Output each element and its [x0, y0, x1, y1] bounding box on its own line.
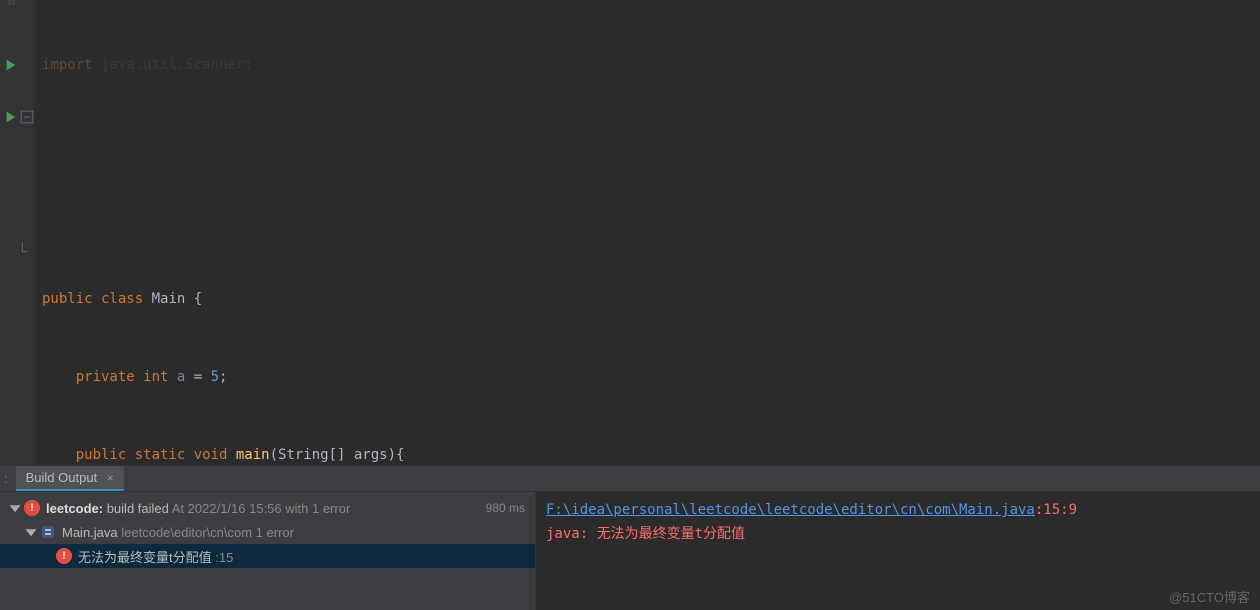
code-line: import java.util.Scanner; [38, 52, 1256, 78]
java-file-icon [40, 524, 56, 540]
code-line [38, 208, 1256, 234]
build-output[interactable]: F:\idea\personal\leetcode\leetcode\edito… [535, 492, 1260, 610]
error-badge-icon: ! [24, 500, 40, 516]
fold-start-icon: ⊟ [8, 0, 22, 8]
close-icon[interactable]: × [107, 471, 114, 485]
code-area[interactable]: import java.util.Scanner; public class M… [34, 0, 1260, 465]
tree-file-text: Main.java leetcode\editor\cn\com 1 error [62, 525, 294, 540]
file-link[interactable]: F:\idea\personal\leetcode\leetcode\edito… [546, 502, 1035, 518]
tree-root-text: leetcode: build failed At 2022/1/16 15:5… [46, 501, 350, 516]
code-editor[interactable]: ⊟ import java.util.Scanner; public class… [0, 0, 1260, 465]
bottom-panel: : Build Output × ! leetcode: build faile… [0, 465, 1260, 610]
tree-error-text: 无法为最终变量t分配值 :15 [78, 547, 233, 566]
output-line-2: java: 无法为最终变量t分配值 [546, 522, 1250, 546]
output-line-1: F:\idea\personal\leetcode\leetcode\edito… [546, 498, 1250, 522]
build-duration: 980 ms [486, 501, 525, 515]
error-badge-icon: ! [56, 548, 72, 564]
run-method-icon[interactable] [4, 110, 18, 124]
tab-build-output[interactable]: Build Output × [16, 466, 124, 491]
panel-handle[interactable]: : [4, 471, 8, 486]
build-tree[interactable]: ! leetcode: build failed At 2022/1/16 15… [0, 492, 535, 610]
panel-tabs: : Build Output × [0, 466, 1260, 492]
code-line: public static void main(String[] args){ [38, 442, 1256, 465]
watermark: @51CTO博客 [1169, 587, 1250, 606]
code-line: public class Main { [38, 286, 1256, 312]
tree-file[interactable]: Main.java leetcode\editor\cn\com 1 error [0, 520, 535, 544]
code-line: private int a = 5; [38, 364, 1256, 390]
run-class-icon[interactable] [4, 58, 18, 72]
collapse-method-icon[interactable] [20, 110, 34, 124]
tree-error[interactable]: ! 无法为最终变量t分配值 :15 [0, 544, 535, 568]
chevron-down-icon[interactable] [8, 501, 22, 515]
chevron-down-icon[interactable] [24, 525, 38, 539]
collapse-end-icon[interactable] [20, 240, 34, 254]
tab-label: Build Output [26, 470, 98, 485]
code-line [38, 130, 1256, 156]
editor-gutter: ⊟ [0, 0, 34, 465]
tree-root[interactable]: ! leetcode: build failed At 2022/1/16 15… [0, 496, 535, 520]
